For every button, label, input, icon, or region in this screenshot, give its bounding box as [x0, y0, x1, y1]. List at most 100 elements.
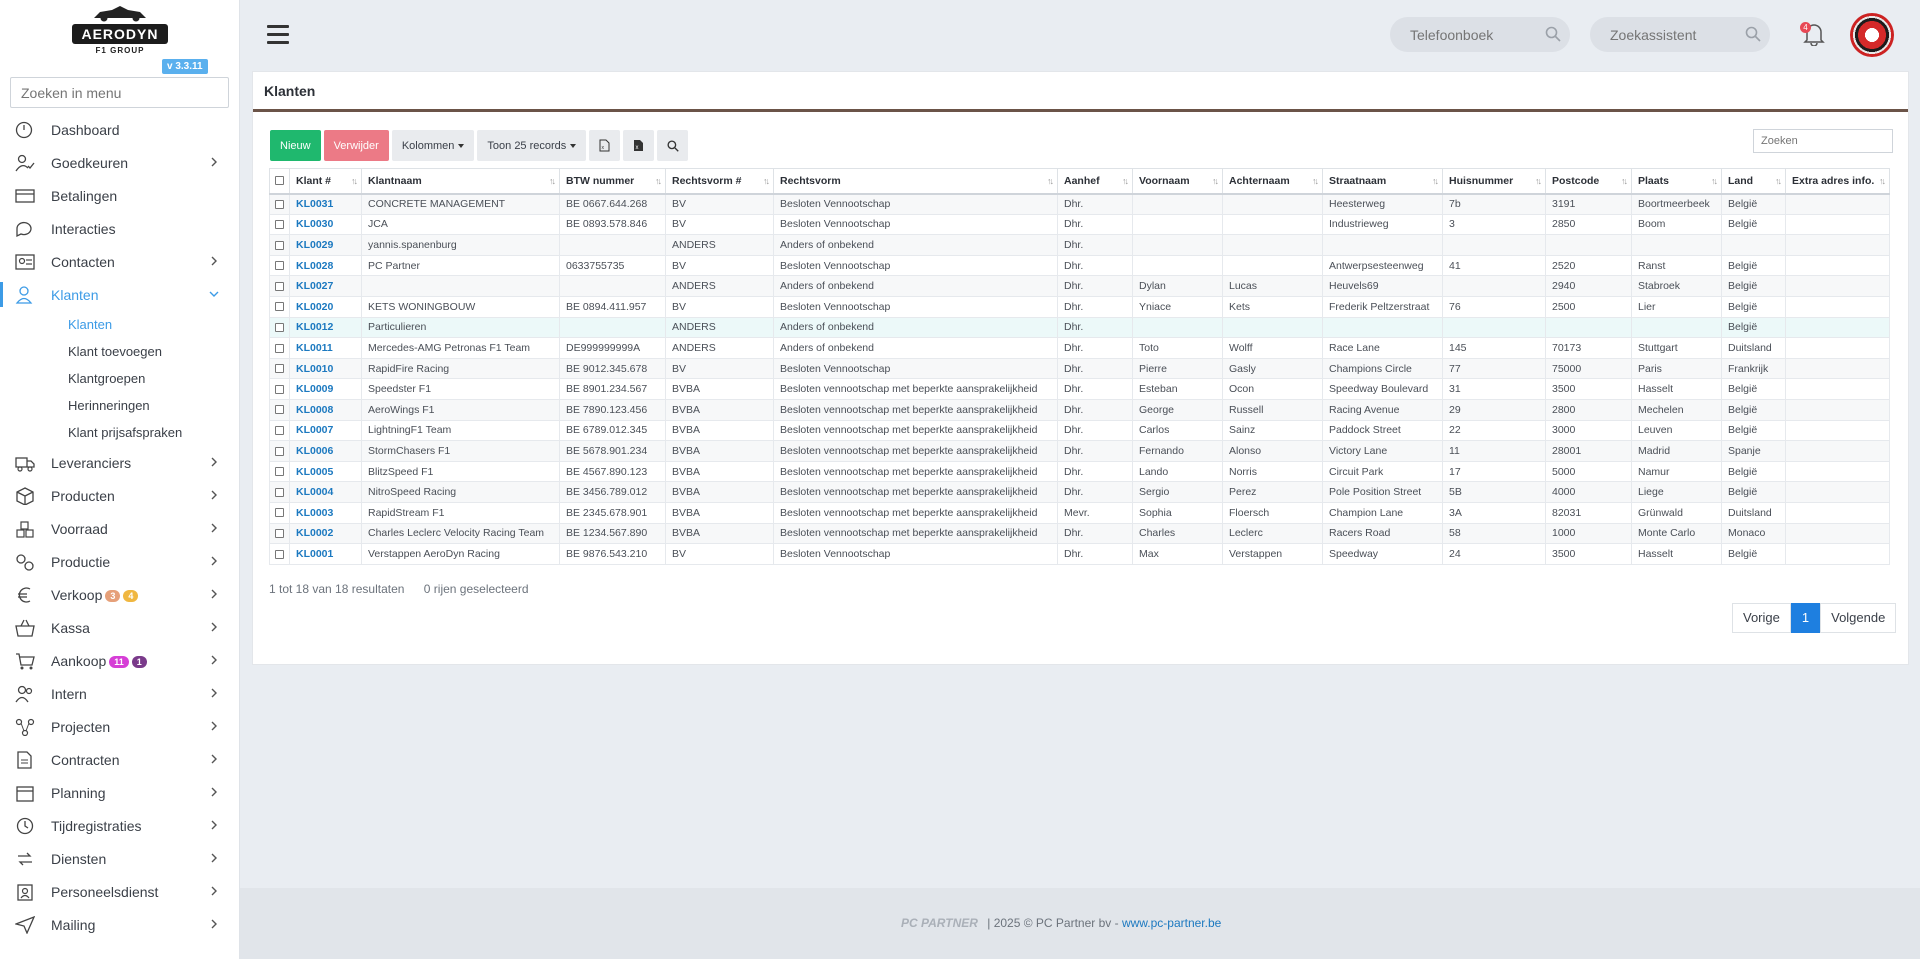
- export-csv-button[interactable]: x: [589, 130, 621, 161]
- customer-link[interactable]: KL0027: [296, 280, 333, 292]
- page-size-dropdown[interactable]: Toon 25 records: [477, 130, 587, 161]
- sidebar-item-contracten[interactable]: Contracten: [0, 743, 240, 776]
- column-header-btw-nummer[interactable]: BTW nummer ↑↓: [559, 168, 666, 195]
- sort-icon[interactable]: ↑↓: [549, 176, 556, 186]
- row-checkbox[interactable]: [269, 254, 290, 277]
- column-header-achternaam[interactable]: Achternaam ↑↓: [1222, 168, 1323, 195]
- customer-link[interactable]: KL0007: [296, 424, 333, 436]
- row-checkbox[interactable]: [269, 275, 290, 297]
- page-1-button[interactable]: 1: [1790, 603, 1821, 633]
- customer-link[interactable]: KL0020: [296, 301, 333, 313]
- table-row[interactable]: KL0027 ANDERS Anders of onbekend Dhr. Dylan L…: [269, 275, 1890, 297]
- customer-link[interactable]: KL0012: [296, 321, 333, 333]
- customer-link[interactable]: KL0003: [296, 507, 333, 519]
- row-checkbox[interactable]: [269, 419, 290, 442]
- row-checkbox[interactable]: [269, 398, 290, 421]
- row-checkbox[interactable]: [269, 337, 290, 359]
- customer-link[interactable]: KL0028: [296, 260, 333, 272]
- column-header-land[interactable]: Land ↑↓: [1721, 168, 1786, 195]
- customer-link[interactable]: KL0010: [296, 363, 333, 375]
- sidebar-item-leveranciers[interactable]: Leveranciers: [0, 446, 240, 479]
- row-checkbox[interactable]: [269, 213, 290, 236]
- new-button[interactable]: Nieuw: [270, 130, 321, 161]
- company-logo[interactable]: AERODYN F1 GROUP: [72, 4, 168, 60]
- column-header-extra-adres-info[interactable]: Extra adres info. ↑↓: [1785, 168, 1890, 195]
- sort-icon[interactable]: ↑↓: [1312, 176, 1319, 186]
- menu-search-input[interactable]: [10, 77, 229, 108]
- table-row[interactable]: KL0008 AeroWings F1 BE 7890.123.456 BVBA Bes…: [269, 398, 1890, 421]
- sidebar-item-producten[interactable]: Producten: [0, 479, 240, 512]
- row-checkbox[interactable]: [269, 481, 290, 503]
- sort-icon[interactable]: ↑↓: [1621, 176, 1628, 186]
- sidebar-subitem-herinneringen[interactable]: Herinneringen: [0, 392, 240, 419]
- table-row[interactable]: KL0006 StormChasers F1 BE 5678.901.234 BVBA…: [269, 440, 1890, 462]
- table-row[interactable]: KL0029 yannis.spanenburg ANDERS Anders of o…: [269, 234, 1890, 256]
- export-excel-button[interactable]: x: [623, 130, 655, 161]
- sort-icon[interactable]: ↑↓: [1879, 176, 1886, 186]
- row-checkbox[interactable]: [269, 440, 290, 462]
- phonebook-search-input[interactable]: [1390, 17, 1570, 52]
- table-search-input[interactable]: [1753, 129, 1893, 153]
- sidebar-item-productie[interactable]: Productie: [0, 545, 240, 578]
- customer-link[interactable]: KL0009: [296, 383, 333, 395]
- row-checkbox[interactable]: [269, 234, 290, 256]
- table-row[interactable]: KL0030 JCA BE 0893.578.846 BV Besloten Venno…: [269, 213, 1890, 236]
- sidebar-subitem-klant-prijsafspraken[interactable]: Klant prijsafspraken: [0, 419, 240, 446]
- sidebar-subitem-klantgroepen[interactable]: Klantgroepen: [0, 365, 240, 392]
- column-header-aanhef[interactable]: Aanhef ↑↓: [1057, 168, 1133, 195]
- sidebar-item-betalingen[interactable]: Betalingen: [0, 179, 240, 212]
- table-row[interactable]: KL0003 RapidStream F1 BE 2345.678.901 BVBA B…: [269, 501, 1890, 524]
- row-checkbox[interactable]: [269, 460, 290, 483]
- select-all-checkbox[interactable]: [269, 168, 290, 195]
- column-header-voornaam[interactable]: Voornaam ↑↓: [1132, 168, 1223, 195]
- customer-link[interactable]: KL0008: [296, 404, 333, 416]
- row-checkbox[interactable]: [269, 522, 290, 545]
- sidebar-item-contacten[interactable]: Contacten: [0, 245, 240, 278]
- column-header-rechtsvorm[interactable]: Rechtsvorm ↑↓: [773, 168, 1058, 195]
- table-row[interactable]: KL0001 Verstappen AeroDyn Racing BE 9876.5…: [269, 543, 1890, 565]
- customer-link[interactable]: KL0030: [296, 218, 333, 230]
- sidebar-item-planning[interactable]: Planning: [0, 776, 240, 809]
- sort-icon[interactable]: ↑↓: [351, 176, 358, 186]
- sort-icon[interactable]: ↑↓: [1122, 176, 1129, 186]
- table-row[interactable]: KL0009 Speedster F1 BE 8901.234.567 BVBA Bes…: [269, 378, 1890, 400]
- sort-icon[interactable]: ↑↓: [1711, 176, 1718, 186]
- sidebar-item-mailing[interactable]: Mailing: [0, 908, 240, 941]
- avatar[interactable]: [1850, 13, 1894, 57]
- sidebar-item-voorraad[interactable]: Voorraad: [0, 512, 240, 545]
- assistant-search-input[interactable]: [1590, 17, 1770, 52]
- sort-icon[interactable]: ↑↓: [655, 176, 662, 186]
- table-row[interactable]: KL0010 RapidFire Racing BE 9012.345.678 BV B…: [269, 357, 1890, 380]
- sort-icon[interactable]: ↑↓: [1432, 176, 1439, 186]
- table-row[interactable]: KL0007 LightningF1 Team BE 6789.012.345 BVB…: [269, 419, 1890, 442]
- sidebar-item-intern[interactable]: Intern: [0, 677, 240, 710]
- table-row[interactable]: KL0011 Mercedes-AMG Petronas F1 Team DE999…: [269, 337, 1890, 359]
- sidebar-item-personeelsdienst[interactable]: Personeelsdienst: [0, 875, 240, 908]
- sidebar-item-goedkeuren[interactable]: Goedkeuren: [0, 146, 240, 179]
- customer-link[interactable]: KL0004: [296, 486, 333, 498]
- sort-icon[interactable]: ↑↓: [1212, 176, 1219, 186]
- table-row[interactable]: KL0005 BlitzSpeed F1 BE 4567.890.123 BVBA Be…: [269, 460, 1890, 483]
- sidebar-item-dashboard[interactable]: Dashboard: [0, 113, 240, 146]
- sidebar-subitem-klanten[interactable]: Klanten: [0, 311, 240, 338]
- column-header-klantnaam[interactable]: Klantnaam ↑↓: [361, 168, 560, 195]
- row-checkbox[interactable]: [269, 378, 290, 400]
- customer-link[interactable]: KL0006: [296, 445, 333, 457]
- row-checkbox[interactable]: [269, 193, 290, 215]
- sidebar-item-verkoop[interactable]: Verkoop 3 4: [0, 578, 240, 611]
- sidebar-item-klanten[interactable]: Klanten: [0, 278, 240, 311]
- table-row[interactable]: KL0004 NitroSpeed Racing BE 3456.789.012 BV…: [269, 481, 1890, 503]
- columns-dropdown[interactable]: Kolommen: [391, 130, 475, 161]
- column-header-plaats[interactable]: Plaats ↑↓: [1631, 168, 1722, 195]
- customer-link[interactable]: KL0031: [296, 198, 333, 210]
- delete-button[interactable]: Verwijder: [323, 130, 389, 161]
- sidebar-item-diensten[interactable]: Diensten: [0, 842, 240, 875]
- customer-link[interactable]: KL0005: [296, 466, 333, 478]
- row-checkbox[interactable]: [269, 295, 290, 318]
- row-checkbox[interactable]: [269, 357, 290, 380]
- table-row[interactable]: KL0012 Particulieren ANDERS Anders of onbek…: [269, 316, 1890, 339]
- prev-page-button[interactable]: Vorige: [1732, 603, 1791, 633]
- customer-link[interactable]: KL0029: [296, 239, 333, 251]
- customer-link[interactable]: KL0011: [296, 342, 333, 354]
- sort-icon[interactable]: ↑↓: [1535, 176, 1542, 186]
